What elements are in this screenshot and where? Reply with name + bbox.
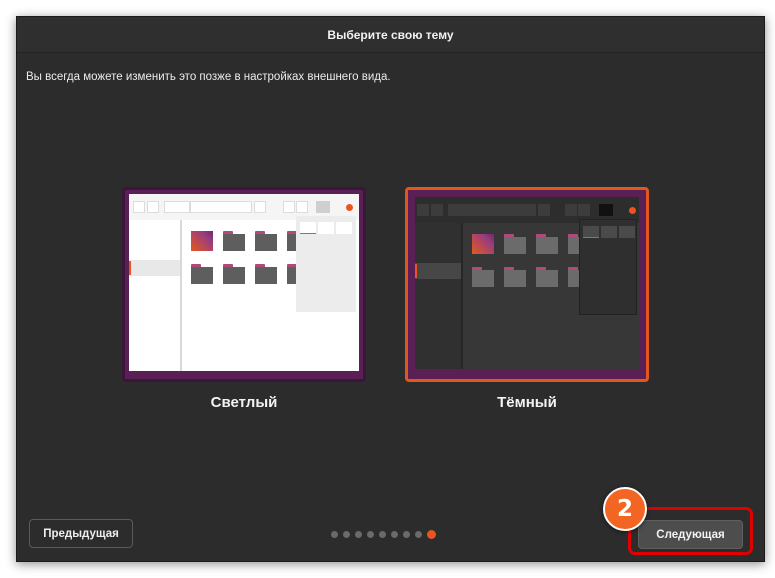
preview-content xyxy=(463,219,639,369)
theme-label-light: Светлый xyxy=(210,394,278,411)
page-dot xyxy=(343,531,350,538)
theme-selection-window: Выберите свою тему Вы всегда можете изме… xyxy=(16,16,765,562)
theme-label-dark: Тёмный xyxy=(497,394,557,411)
page-subtitle: Вы всегда можете изменить это позже в на… xyxy=(26,71,391,83)
preview-content xyxy=(182,216,359,371)
dark-preview-window xyxy=(415,197,639,369)
page-dot-active xyxy=(427,530,436,539)
preview-popover xyxy=(579,219,637,315)
preview-sidebar xyxy=(129,220,180,371)
page-dot xyxy=(331,531,338,538)
step-number-badge: 2 xyxy=(603,487,647,531)
page-dot xyxy=(391,531,398,538)
theme-preview-dark[interactable] xyxy=(405,187,649,382)
next-button-highlight xyxy=(628,507,753,555)
light-preview-window xyxy=(129,194,359,371)
page-dot xyxy=(355,531,362,538)
preview-sidebar xyxy=(415,223,461,369)
page-dot xyxy=(403,531,410,538)
page-dot xyxy=(379,531,386,538)
window-title: Выберите свою тему xyxy=(17,17,764,53)
page-dot xyxy=(415,531,422,538)
theme-preview-light[interactable] xyxy=(122,187,366,382)
previous-button[interactable]: Предыдущая xyxy=(29,519,133,548)
preview-popover xyxy=(296,216,356,312)
page-dot xyxy=(367,531,374,538)
theme-option-light[interactable]: Светлый xyxy=(122,187,366,411)
theme-option-dark[interactable]: Тёмный xyxy=(405,187,649,411)
page-indicator xyxy=(331,530,436,539)
